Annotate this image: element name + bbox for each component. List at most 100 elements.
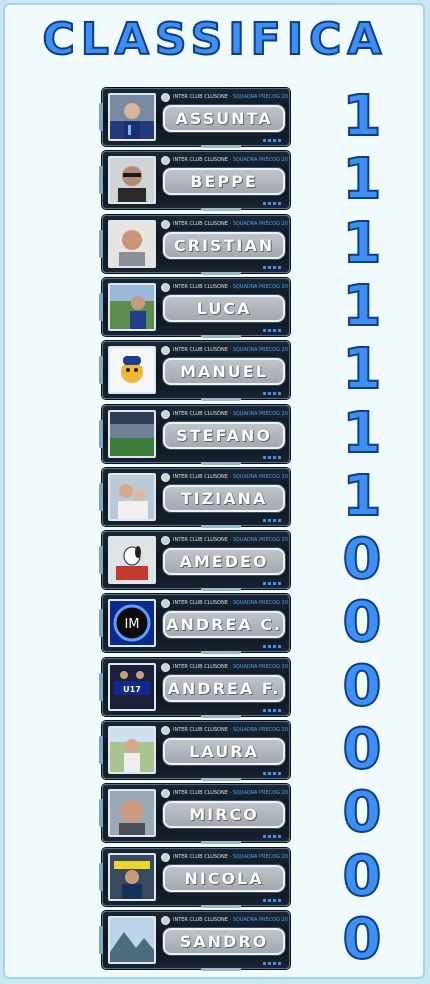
- player-name: STEFANO: [176, 426, 272, 445]
- card-bottom-bar: [201, 651, 241, 654]
- club-name: INTER CLUB CLUSONE: [173, 347, 228, 353]
- card-dots: [263, 519, 281, 522]
- card-bottom-bar: [201, 968, 241, 971]
- player-score: 0: [342, 654, 383, 719]
- woman-outdoors-photo: [108, 726, 156, 774]
- header-separator: ·: [229, 790, 232, 796]
- player-card: INTER CLUB CLUSONE · SQUADRA PRECOG 2026…: [99, 848, 290, 908]
- card-dots: [263, 329, 281, 332]
- card-bottom-bar: [201, 462, 241, 465]
- player-card: INTER CLUB CLUSONE · SQUADRA PRECOG 2026…: [99, 405, 290, 465]
- player-nameplate: LAURA: [163, 738, 285, 765]
- player-score: 0: [342, 590, 383, 655]
- player-name: SANDRO: [179, 932, 269, 951]
- header-separator: ·: [229, 664, 232, 670]
- club-name: INTER CLUB CLUSONE: [173, 157, 228, 163]
- card-tab: [99, 230, 103, 258]
- player-nameplate: SANDRO: [163, 928, 285, 955]
- player-nameplate: MIRCO: [163, 801, 285, 828]
- card-tab: [99, 546, 103, 574]
- card-header: INTER CLUB CLUSONE · SQUADRA PRECOG 2026…: [173, 473, 288, 482]
- card-bottom-bar: [201, 715, 241, 718]
- under-17-badge-icon: U17: [108, 663, 156, 711]
- header-separator: ·: [229, 411, 232, 417]
- player-nameplate: LUCA: [163, 295, 285, 322]
- snoopy-icon: [108, 536, 156, 584]
- player-card: INTER CLUB CLUSONE · SQUADRA PRECOG 2026…: [99, 215, 290, 275]
- player-nameplate: STEFANO: [163, 422, 285, 449]
- card-dots: [263, 582, 281, 585]
- club-name: INTER CLUB CLUSONE: [173, 727, 228, 733]
- player-card: INTER CLUB CLUSONE · SQUADRA PRECOG 2026…: [99, 278, 290, 338]
- team-name: SQUADRA PRECOG 2026/27: [232, 474, 288, 480]
- card-header: INTER CLUB CLUSONE · SQUADRA PRECOG 2026…: [173, 599, 288, 608]
- header-separator: ·: [229, 347, 232, 353]
- player-name: CRISTIAN: [173, 236, 275, 255]
- card-bottom-bar: [201, 588, 241, 591]
- card-dots: [263, 392, 281, 395]
- card-tab: [99, 863, 103, 891]
- card-dots: [263, 202, 281, 205]
- card-header: INTER CLUB CLUSONE · SQUADRA PRECOG 2026…: [173, 220, 288, 229]
- team-name: SQUADRA PRECOG 2026/27: [232, 411, 288, 417]
- card-bottom-bar: [201, 398, 241, 401]
- player-name: AMEDEO: [179, 552, 269, 571]
- club-name: INTER CLUB CLUSONE: [173, 664, 228, 670]
- club-crest-icon: [161, 156, 170, 165]
- player-card: INTER CLUB CLUSONE · SQUADRA PRECOG 2026…: [99, 911, 290, 971]
- player-name: MANUEL: [180, 362, 268, 381]
- player-nameplate: MANUEL: [163, 358, 285, 385]
- player-card: INTER CLUB CLUSONE · SQUADRA PRECOG 2026…: [99, 88, 290, 148]
- card-header: INTER CLUB CLUSONE · SQUADRA PRECOG 2026…: [173, 853, 288, 862]
- card-tab: [99, 293, 103, 321]
- club-crest-icon: [161, 283, 170, 292]
- header-separator: ·: [229, 221, 232, 227]
- club-crest-icon: [161, 93, 170, 102]
- club-name: INTER CLUB CLUSONE: [173, 854, 228, 860]
- man-at-stadium-photo: [108, 283, 156, 331]
- card-dots: [263, 962, 281, 965]
- card-header: INTER CLUB CLUSONE · SQUADRA PRECOG 2026…: [173, 789, 288, 798]
- club-crest-icon: [161, 916, 170, 925]
- player-name: TIZIANA: [180, 489, 268, 508]
- card-dots: [263, 139, 281, 142]
- card-header: INTER CLUB CLUSONE · SQUADRA PRECOG 2026…: [173, 916, 288, 925]
- player-score: 1: [342, 147, 383, 212]
- player-nameplate: AMEDEO: [163, 548, 285, 575]
- card-bottom-bar: [201, 208, 241, 211]
- club-crest-icon: [161, 726, 170, 735]
- team-name: SQUADRA PRECOG 2026/27: [232, 727, 288, 733]
- inter-logo-icon: IM: [108, 599, 156, 647]
- player-card: INTER CLUB CLUSONE · SQUADRA PRECOG 2026…: [99, 784, 290, 844]
- team-name: SQUADRA PRECOG 2026/27: [232, 221, 288, 227]
- card-header: INTER CLUB CLUSONE · SQUADRA PRECOG 2026…: [173, 726, 288, 735]
- card-tab: [99, 483, 103, 511]
- header-separator: ·: [229, 854, 232, 860]
- card-bottom-bar: [201, 905, 241, 908]
- header-separator: ·: [229, 474, 232, 480]
- player-name: ASSUNTA: [175, 109, 273, 128]
- player-card: IM INTER CLUB CLUSONE · SQUADRA PRECOG 20…: [99, 594, 290, 654]
- mountain-landscape-photo: [108, 916, 156, 964]
- club-crest-icon: [161, 346, 170, 355]
- player-score: 0: [342, 527, 383, 592]
- card-bottom-bar: [201, 778, 241, 781]
- card-dots: [263, 266, 281, 269]
- player-score: 0: [342, 844, 383, 909]
- player-score: 1: [342, 84, 383, 149]
- player-card: INTER CLUB CLUSONE · SQUADRA PRECOG 2026…: [99, 151, 290, 211]
- card-tab: [99, 609, 103, 637]
- player-score: 1: [342, 211, 383, 276]
- club-name: INTER CLUB CLUSONE: [173, 474, 228, 480]
- header-separator: ·: [229, 537, 232, 543]
- club-crest-icon: [161, 473, 170, 482]
- club-name: INTER CLUB CLUSONE: [173, 917, 228, 923]
- stadium-photo: [108, 410, 156, 458]
- player-name: ANDREA F.: [167, 679, 281, 698]
- card-bottom-bar: [201, 335, 241, 338]
- player-card: U17 INTER CLUB CLUSONE · SQUADRA PRECOG 2…: [99, 658, 290, 718]
- club-crest-icon: [161, 663, 170, 672]
- card-dots: [263, 899, 281, 902]
- page-title: CLASSIFICA: [42, 13, 388, 66]
- card-dots: [263, 709, 281, 712]
